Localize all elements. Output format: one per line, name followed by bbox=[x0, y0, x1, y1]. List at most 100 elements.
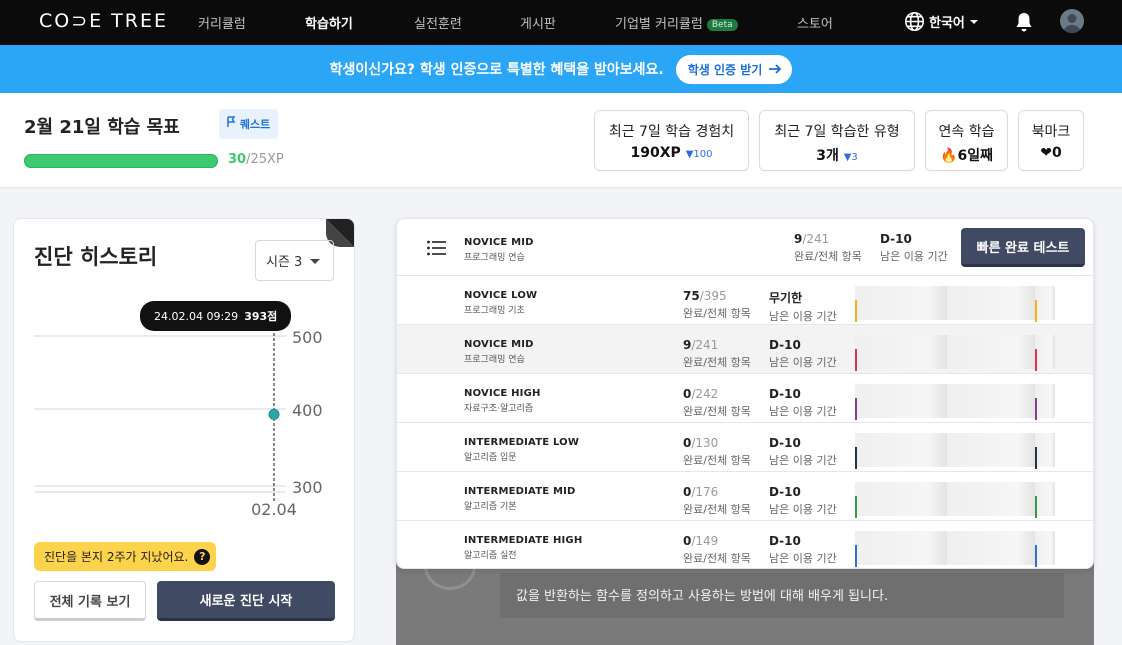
history-chart: 500 400 300 02.04 bbox=[34, 323, 323, 519]
level-row[interactable]: INTERMEDIATE HIGH 알고리즘 실전 0/149 완료/전체 항목 D-1… bbox=[397, 521, 1093, 568]
quest-label: 퀘스트 bbox=[239, 118, 271, 131]
level-row[interactable]: NOVICE MID 프로그래밍 연습 9/241 완료/전체 항목 D-10 남은 이용… bbox=[397, 325, 1093, 374]
nav-item-label: 기업별 커리큘럼 bbox=[615, 17, 703, 32]
count-caption: 완료/전체 항목 bbox=[683, 454, 751, 467]
student-verify-button[interactable]: 학생 인증 받기 bbox=[675, 54, 793, 84]
quest-button[interactable]: 퀘스트 bbox=[219, 109, 279, 139]
stat-bookmark[interactable]: 북마크 ❤0 bbox=[1018, 110, 1084, 171]
level-dropdown: NOVICE MID 프로그래밍 연습 9/241 완료/전체 항목 D-10 … bbox=[396, 218, 1094, 569]
xp-goal: /25XP bbox=[246, 152, 284, 167]
count-total: /241 bbox=[802, 232, 830, 246]
level-color-marker bbox=[1035, 496, 1037, 518]
stat-label: 연속 학습 bbox=[938, 124, 995, 140]
period-caption: 남은 이용 기간 bbox=[769, 356, 837, 369]
level-name: NOVICE LOW bbox=[464, 290, 538, 301]
goal-progress-bar bbox=[24, 154, 218, 168]
nav-item-board[interactable]: 게시판 bbox=[520, 13, 556, 32]
data-point bbox=[268, 408, 280, 420]
quick-complete-test-button[interactable]: 빠른 완료 테스트 bbox=[961, 228, 1085, 267]
student-verify-label: 학생 인증 받기 bbox=[687, 62, 763, 77]
stat-value: ❤0 bbox=[1040, 145, 1062, 161]
period-caption: 남은 이용 기간 bbox=[769, 310, 837, 323]
y-tick-label: 300 bbox=[292, 478, 323, 497]
level-color-marker bbox=[855, 447, 857, 469]
level-info: INTERMEDIATE LOW 알고리즘 입문 bbox=[464, 437, 579, 463]
stat-delta: ▼3 bbox=[843, 152, 858, 163]
level-name: NOVICE MID bbox=[464, 339, 534, 350]
diagnosis-history-card: 진단 히스토리 시즌 3 500 400 300 02.04 24.02.04 09:… bbox=[13, 218, 355, 642]
chevron-down-icon bbox=[310, 258, 321, 264]
count-total: /176 bbox=[691, 485, 719, 499]
season-select[interactable]: 시즌 3 bbox=[255, 240, 334, 281]
level-period: D-10 남은 이용 기간 bbox=[769, 485, 837, 517]
count-caption: 완료/전체 항목 bbox=[683, 503, 751, 516]
x-tick-label: 02.04 bbox=[251, 500, 297, 519]
bell-icon[interactable] bbox=[1014, 11, 1034, 33]
level-count: 0/149 완료/전체 항목 bbox=[683, 534, 751, 566]
y-tick-label: 400 bbox=[292, 401, 323, 420]
stat-label: 북마크 bbox=[1031, 124, 1071, 140]
level-color-marker bbox=[1035, 447, 1037, 469]
period-value: D-10 bbox=[769, 338, 801, 352]
level-period: 무기한 남은 이용 기간 bbox=[769, 289, 837, 324]
nav-item-practice[interactable]: 실전훈련 bbox=[414, 13, 462, 32]
view-all-history-button[interactable]: 전체 기록 보기 bbox=[34, 581, 146, 621]
level-name: INTERMEDIATE MID bbox=[464, 486, 576, 497]
period-value: D-10 bbox=[880, 232, 912, 246]
level-color-marker bbox=[1035, 300, 1037, 322]
level-count: 75/395 완료/전체 항목 bbox=[683, 289, 751, 321]
banner-text: 학생이신가요? 학생 인증으로 특별한 혜택을 받아보세요. bbox=[329, 62, 664, 78]
nav-item-curriculum[interactable]: 커리큘럼 bbox=[198, 13, 246, 32]
level-color-marker bbox=[1035, 349, 1037, 371]
count-done: 75 bbox=[683, 289, 700, 303]
start-diagnosis-button[interactable]: 새로운 진단 시작 bbox=[157, 581, 335, 621]
tooltip-score: 393점 bbox=[244, 310, 278, 323]
chart-tooltip: 24.02.04 09:29 393점 bbox=[140, 301, 292, 331]
period-caption: 남은 이용 기간 bbox=[769, 454, 837, 467]
level-name: INTERMEDIATE LOW bbox=[464, 437, 580, 448]
warning-text: 진단을 본지 2주가 지났어요. bbox=[44, 550, 189, 564]
level-color-marker bbox=[1035, 545, 1037, 567]
count-caption: 완료/전체 항목 bbox=[683, 552, 751, 565]
count-total: /241 bbox=[691, 338, 719, 352]
level-row[interactable]: NOVICE LOW 프로그래밍 기초 75/395 완료/전체 항목 무기한 남은 이용… bbox=[397, 276, 1093, 325]
level-color-marker bbox=[855, 300, 857, 322]
stat-weekly-xp[interactable]: 최근 7일 학습 경험치 190XP ▼100 bbox=[594, 110, 749, 171]
stat-value: 🔥6일째 bbox=[940, 148, 993, 164]
level-sub: 프로그래밍 연습 bbox=[464, 253, 525, 263]
level-row[interactable]: INTERMEDIATE LOW 알고리즘 입문 0/130 완료/전체 항목 D-10… bbox=[397, 423, 1093, 472]
level-color-marker bbox=[855, 349, 857, 371]
current-period: D-10 남은 이용 기간 bbox=[880, 232, 948, 264]
level-row[interactable]: NOVICE HIGH 자료구조·알고리즘 0/242 완료/전체 항목 D-10 남은 … bbox=[397, 374, 1093, 423]
period-caption: 남은 이용 기간 bbox=[769, 552, 837, 565]
tooltip-date: 24.02.04 09:29 bbox=[154, 310, 239, 323]
season-value: 시즌 3 bbox=[266, 255, 303, 270]
help-icon[interactable]: ? bbox=[194, 548, 211, 565]
stat-weekly-types[interactable]: 최근 7일 학습한 유형 3개 ▼3 bbox=[759, 110, 915, 171]
nav-item-learn[interactable]: 학습하기 bbox=[305, 13, 353, 32]
level-sub: 프로그래밍 기초 bbox=[464, 306, 525, 316]
nav-item-company-curriculum[interactable]: 기업별 커리큘럼 Beta bbox=[615, 13, 738, 32]
count-total: /130 bbox=[691, 436, 719, 450]
level-row[interactable]: INTERMEDIATE MID 알고리즘 기본 0/176 완료/전체 항목 D-10… bbox=[397, 472, 1093, 521]
count-caption: 완료/전체 항목 bbox=[683, 405, 751, 418]
level-info: NOVICE MID 프로그래밍 연습 bbox=[464, 339, 534, 365]
period-value: D-10 bbox=[769, 387, 801, 401]
level-dropdown-header[interactable]: NOVICE MID 프로그래밍 연습 9/241 완료/전체 항목 D-10 … bbox=[397, 219, 1093, 276]
level-count: 0/130 완료/전체 항목 bbox=[683, 436, 751, 468]
language-selector[interactable]: 한국어 bbox=[904, 11, 979, 32]
count-caption: 완료/전체 항목 bbox=[683, 356, 751, 369]
level-gauge bbox=[855, 531, 1055, 567]
stat-streak[interactable]: 연속 학습 🔥6일째 bbox=[925, 110, 1008, 171]
level-gauge bbox=[855, 335, 1055, 371]
nav-item-store[interactable]: 스토어 bbox=[797, 13, 833, 32]
list-icon[interactable] bbox=[427, 240, 447, 256]
level-name: INTERMEDIATE HIGH bbox=[464, 535, 583, 546]
period-caption: 남은 이용 기간 bbox=[880, 250, 948, 263]
level-count: 0/176 완료/전체 항목 bbox=[683, 485, 751, 517]
period-value: D-10 bbox=[769, 534, 801, 548]
logo[interactable]: CO⊃E TREE bbox=[39, 10, 168, 32]
count-total: /149 bbox=[691, 534, 719, 548]
avatar-icon[interactable] bbox=[1060, 9, 1084, 33]
lesson-description: 값을 반환하는 함수를 정의하고 사용하는 방법에 대해 배우게 됩니다. bbox=[500, 573, 1064, 618]
